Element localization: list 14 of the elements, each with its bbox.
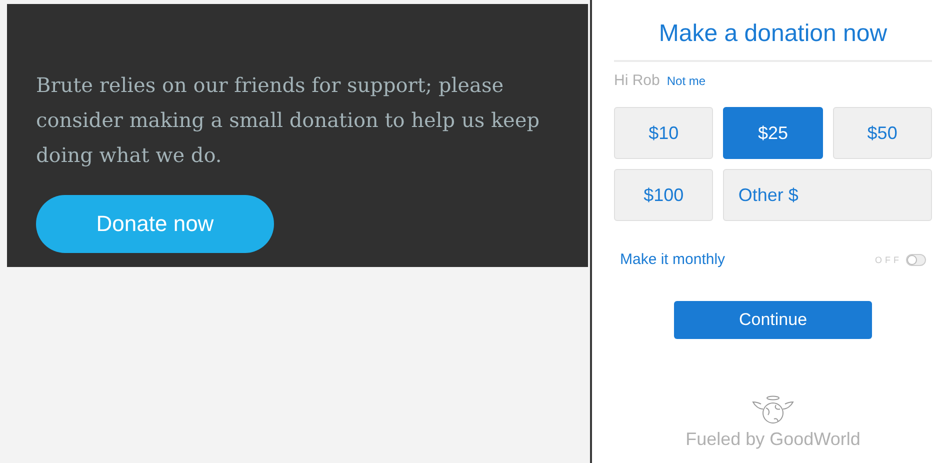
other-amount-field[interactable]: Other $ [723,169,932,221]
amount-option[interactable]: $100 [614,169,714,221]
support-message: Brute relies on our friends for support; please consider making a small donation to help us keep doing what we do. [36,72,541,169]
amount-option[interactable]: $25 [723,107,823,159]
monthly-label: Make it monthly [620,251,726,268]
powered-by-text: Fueled by GoodWorld [686,429,860,450]
amount-option[interactable]: $10 [614,107,714,159]
donate-now-button[interactable]: Donate now [36,195,274,253]
amount-option[interactable]: $50 [832,107,932,159]
not-me-link[interactable]: Not me [666,74,706,88]
greeting: Hi Rob [614,72,660,89]
continue-button[interactable]: Continue [674,301,872,339]
form-title: Make a donation now [614,0,932,62]
winged-globe-icon [752,395,794,425]
